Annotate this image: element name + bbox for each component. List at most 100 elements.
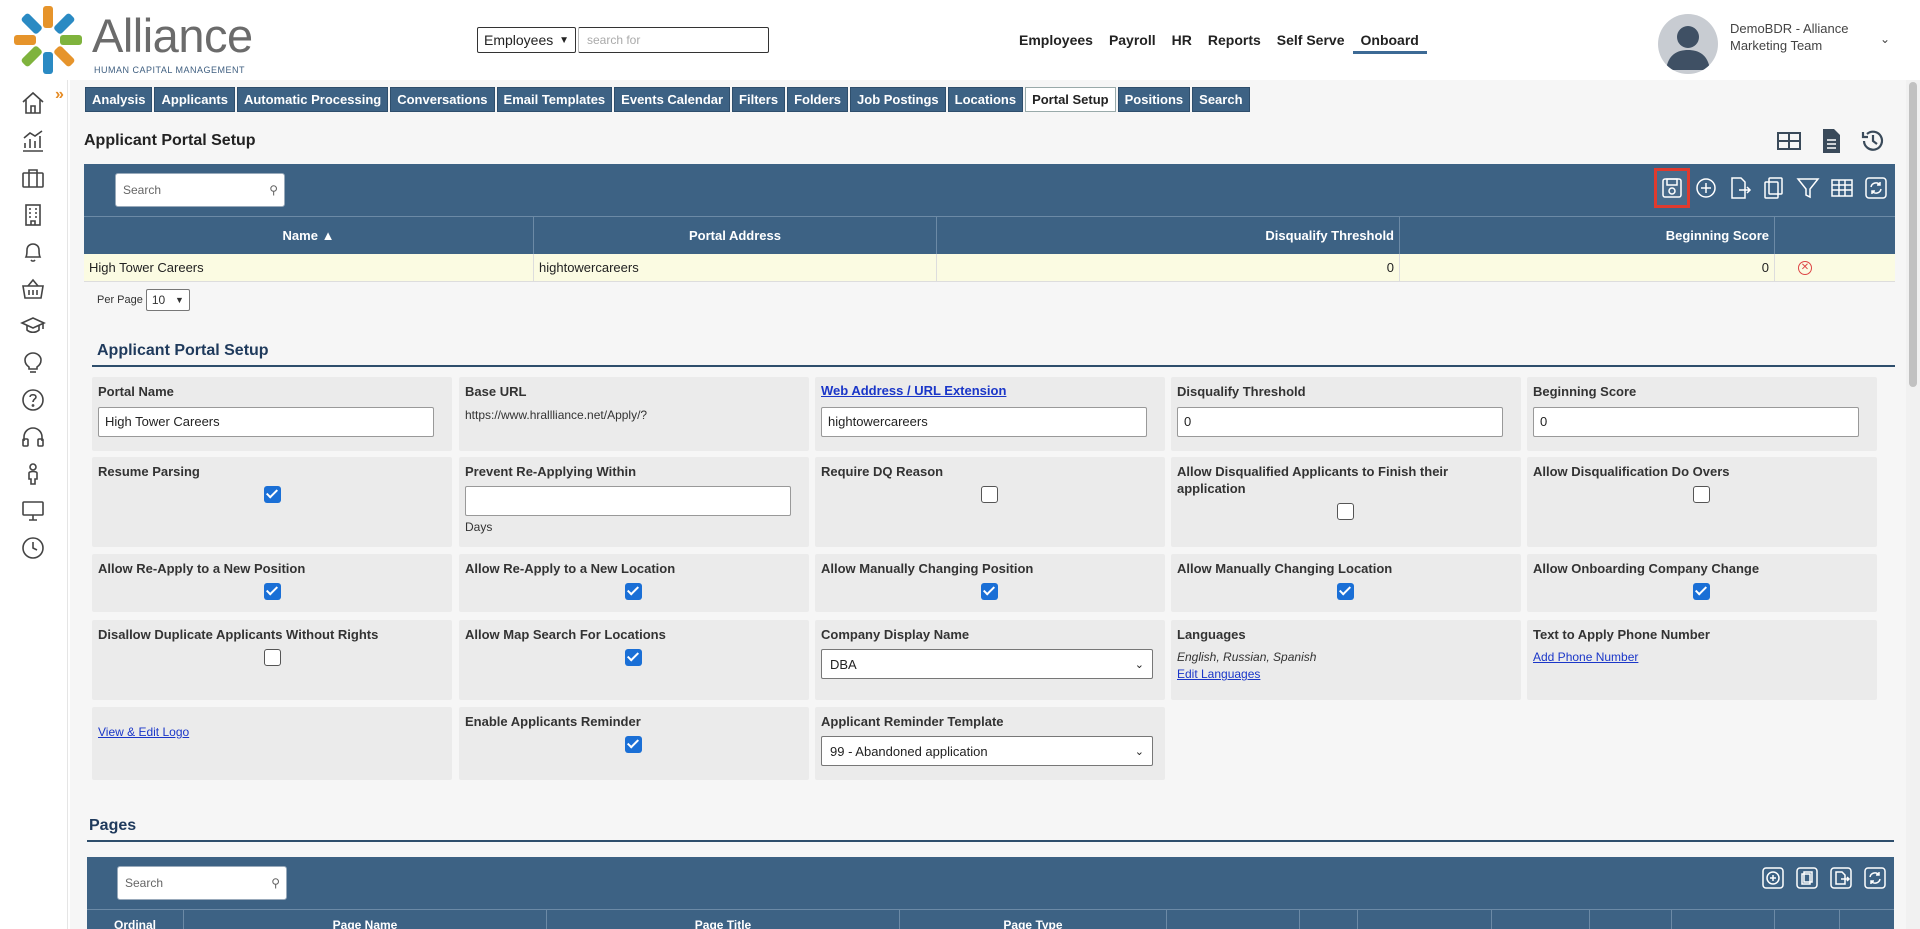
disqualify-threshold-field[interactable]: 0 [1177,407,1503,437]
manual-location-checkbox[interactable] [1337,583,1354,600]
lightbulb-icon[interactable] [20,350,46,376]
user-menu[interactable]: DemoBDR - Alliance Marketing Team ⌄ [1658,14,1898,74]
beginning-score-field[interactable]: 0 [1533,407,1859,437]
require-dq-checkbox[interactable] [981,486,998,503]
cell-name[interactable]: High Tower Careers [84,254,534,281]
grid-view-icon[interactable] [1774,126,1804,156]
global-search-input[interactable]: search for [578,27,769,53]
copy-page-button[interactable] [1792,861,1822,895]
document-view-icon[interactable] [1816,126,1846,156]
bell-icon[interactable] [20,239,46,265]
columns-button[interactable] [1827,171,1857,205]
column-header-name[interactable]: Name ▲ [84,217,534,254]
tab-portal-setup[interactable]: Portal Setup [1025,87,1116,112]
column-header-page-title[interactable]: Page Title [547,910,900,929]
expand-rail-icon[interactable]: » [55,86,64,104]
view-edit-logo-link[interactable]: View & Edit Logo [98,725,189,739]
refresh-button[interactable] [1861,171,1891,205]
portal-grid-search-input[interactable]: Search ⚲ [115,173,285,207]
tab-events-calendar[interactable]: Events Calendar [614,87,731,112]
copy-button[interactable] [1759,171,1789,205]
add-phone-number-link[interactable]: Add Phone Number [1533,650,1638,664]
clock-icon[interactable] [20,535,46,561]
map-search-checkbox[interactable] [625,649,642,666]
table-row[interactable]: High Tower Careers hightowercareers 0 0 … [84,254,1895,282]
cell-beginning-score[interactable]: 0 [1400,254,1775,281]
tab-email-templates[interactable]: Email Templates [496,87,613,112]
history-icon[interactable] [1858,126,1888,156]
column-header-col7[interactable] [1358,910,1492,929]
web-address-link[interactable]: Web Address / URL Extension [821,383,1006,398]
pages-grid-search-input[interactable]: Search ⚲ [117,866,287,900]
disallow-duplicate-checkbox[interactable] [264,649,281,666]
column-header-col9[interactable] [1590,910,1672,929]
column-header-col12[interactable] [1840,910,1894,929]
company-display-select[interactable]: DBA ⌄ [821,649,1153,679]
tab-analysis[interactable]: Analysis [85,87,153,112]
column-header-page-type[interactable]: Page Type [900,910,1167,929]
cell-portal-address[interactable]: hightowercareers [534,254,937,281]
page-scrollbar[interactable] [1906,80,1920,929]
portal-name-field[interactable]: High Tower Careers [98,407,434,437]
column-header-col6[interactable] [1300,910,1358,929]
column-header-portal-address[interactable]: Portal Address [534,217,937,254]
nav-hr[interactable]: HR [1164,31,1200,54]
headset-icon[interactable] [20,424,46,450]
tab-positions[interactable]: Positions [1117,87,1191,112]
tab-folders[interactable]: Folders [787,87,849,112]
basket-icon[interactable] [20,276,46,302]
prevent-reapply-field[interactable] [465,486,791,516]
nav-employees[interactable]: Employees [1011,31,1101,54]
tab-search[interactable]: Search [1192,87,1250,112]
chevron-down-icon[interactable]: ⌄ [1880,32,1890,46]
alliance-logo[interactable]: Alliance HUMAN CAPITAL MANAGEMENT [10,2,255,76]
web-address-field[interactable]: hightowercareers [821,407,1147,437]
add-page-button[interactable] [1758,861,1788,895]
reapply-position-checkbox[interactable] [264,583,281,600]
nav-onboard[interactable]: Onboard [1352,31,1427,54]
cell-disqualify-threshold[interactable]: 0 [937,254,1400,281]
onboarding-company-checkbox[interactable] [1693,583,1710,600]
scrollbar-thumb[interactable] [1909,82,1917,387]
tab-applicants[interactable]: Applicants [154,87,235,112]
tab-automatic-processing[interactable]: Automatic Processing [236,87,389,112]
column-header-col5[interactable] [1167,910,1300,929]
briefcase-icon[interactable] [20,165,46,191]
nav-payroll[interactable]: Payroll [1101,31,1164,54]
enable-reminder-checkbox[interactable] [625,736,642,753]
monitor-icon[interactable] [20,498,46,524]
building-icon[interactable] [20,202,46,228]
column-header-ordinal[interactable]: Ordinal [87,910,184,929]
resume-parsing-checkbox[interactable] [264,486,281,503]
column-header-col10[interactable] [1672,910,1775,929]
column-header-col11[interactable] [1775,910,1840,929]
column-header-col8[interactable] [1492,910,1590,929]
avatar[interactable] [1658,14,1718,74]
column-header-disqualify-threshold[interactable]: Disqualify Threshold [937,217,1400,254]
tab-job-postings[interactable]: Job Postings [850,87,946,112]
refresh-pages-button[interactable] [1860,861,1890,895]
add-button[interactable] [1691,171,1721,205]
save-button[interactable] [1654,168,1690,208]
manual-position-checkbox[interactable] [981,583,998,600]
nav-reports[interactable]: Reports [1200,31,1269,54]
export-button[interactable] [1725,171,1755,205]
filter-button[interactable] [1793,171,1823,205]
tab-conversations[interactable]: Conversations [390,87,495,112]
column-header-page-name[interactable]: Page Name [184,910,547,929]
column-header-beginning-score[interactable]: Beginning Score [1400,217,1775,254]
home-icon[interactable] [20,90,46,116]
nav-self-serve[interactable]: Self Serve [1269,31,1353,54]
delete-row-icon[interactable]: ✕ [1798,260,1812,275]
allow-dq-finish-checkbox[interactable] [1337,503,1354,520]
reapply-location-checkbox[interactable] [625,583,642,600]
help-icon[interactable] [20,387,46,413]
tab-locations[interactable]: Locations [947,87,1024,112]
tab-filters[interactable]: Filters [732,87,786,112]
graduation-cap-icon[interactable] [20,313,46,339]
person-icon[interactable] [20,461,46,487]
search-scope-select[interactable]: Employees ▼ [477,27,576,53]
allow-dq-doovers-checkbox[interactable] [1693,486,1710,503]
edit-languages-link[interactable]: Edit Languages [1177,667,1260,681]
reminder-template-select[interactable]: 99 - Abandoned application ⌄ [821,736,1153,766]
